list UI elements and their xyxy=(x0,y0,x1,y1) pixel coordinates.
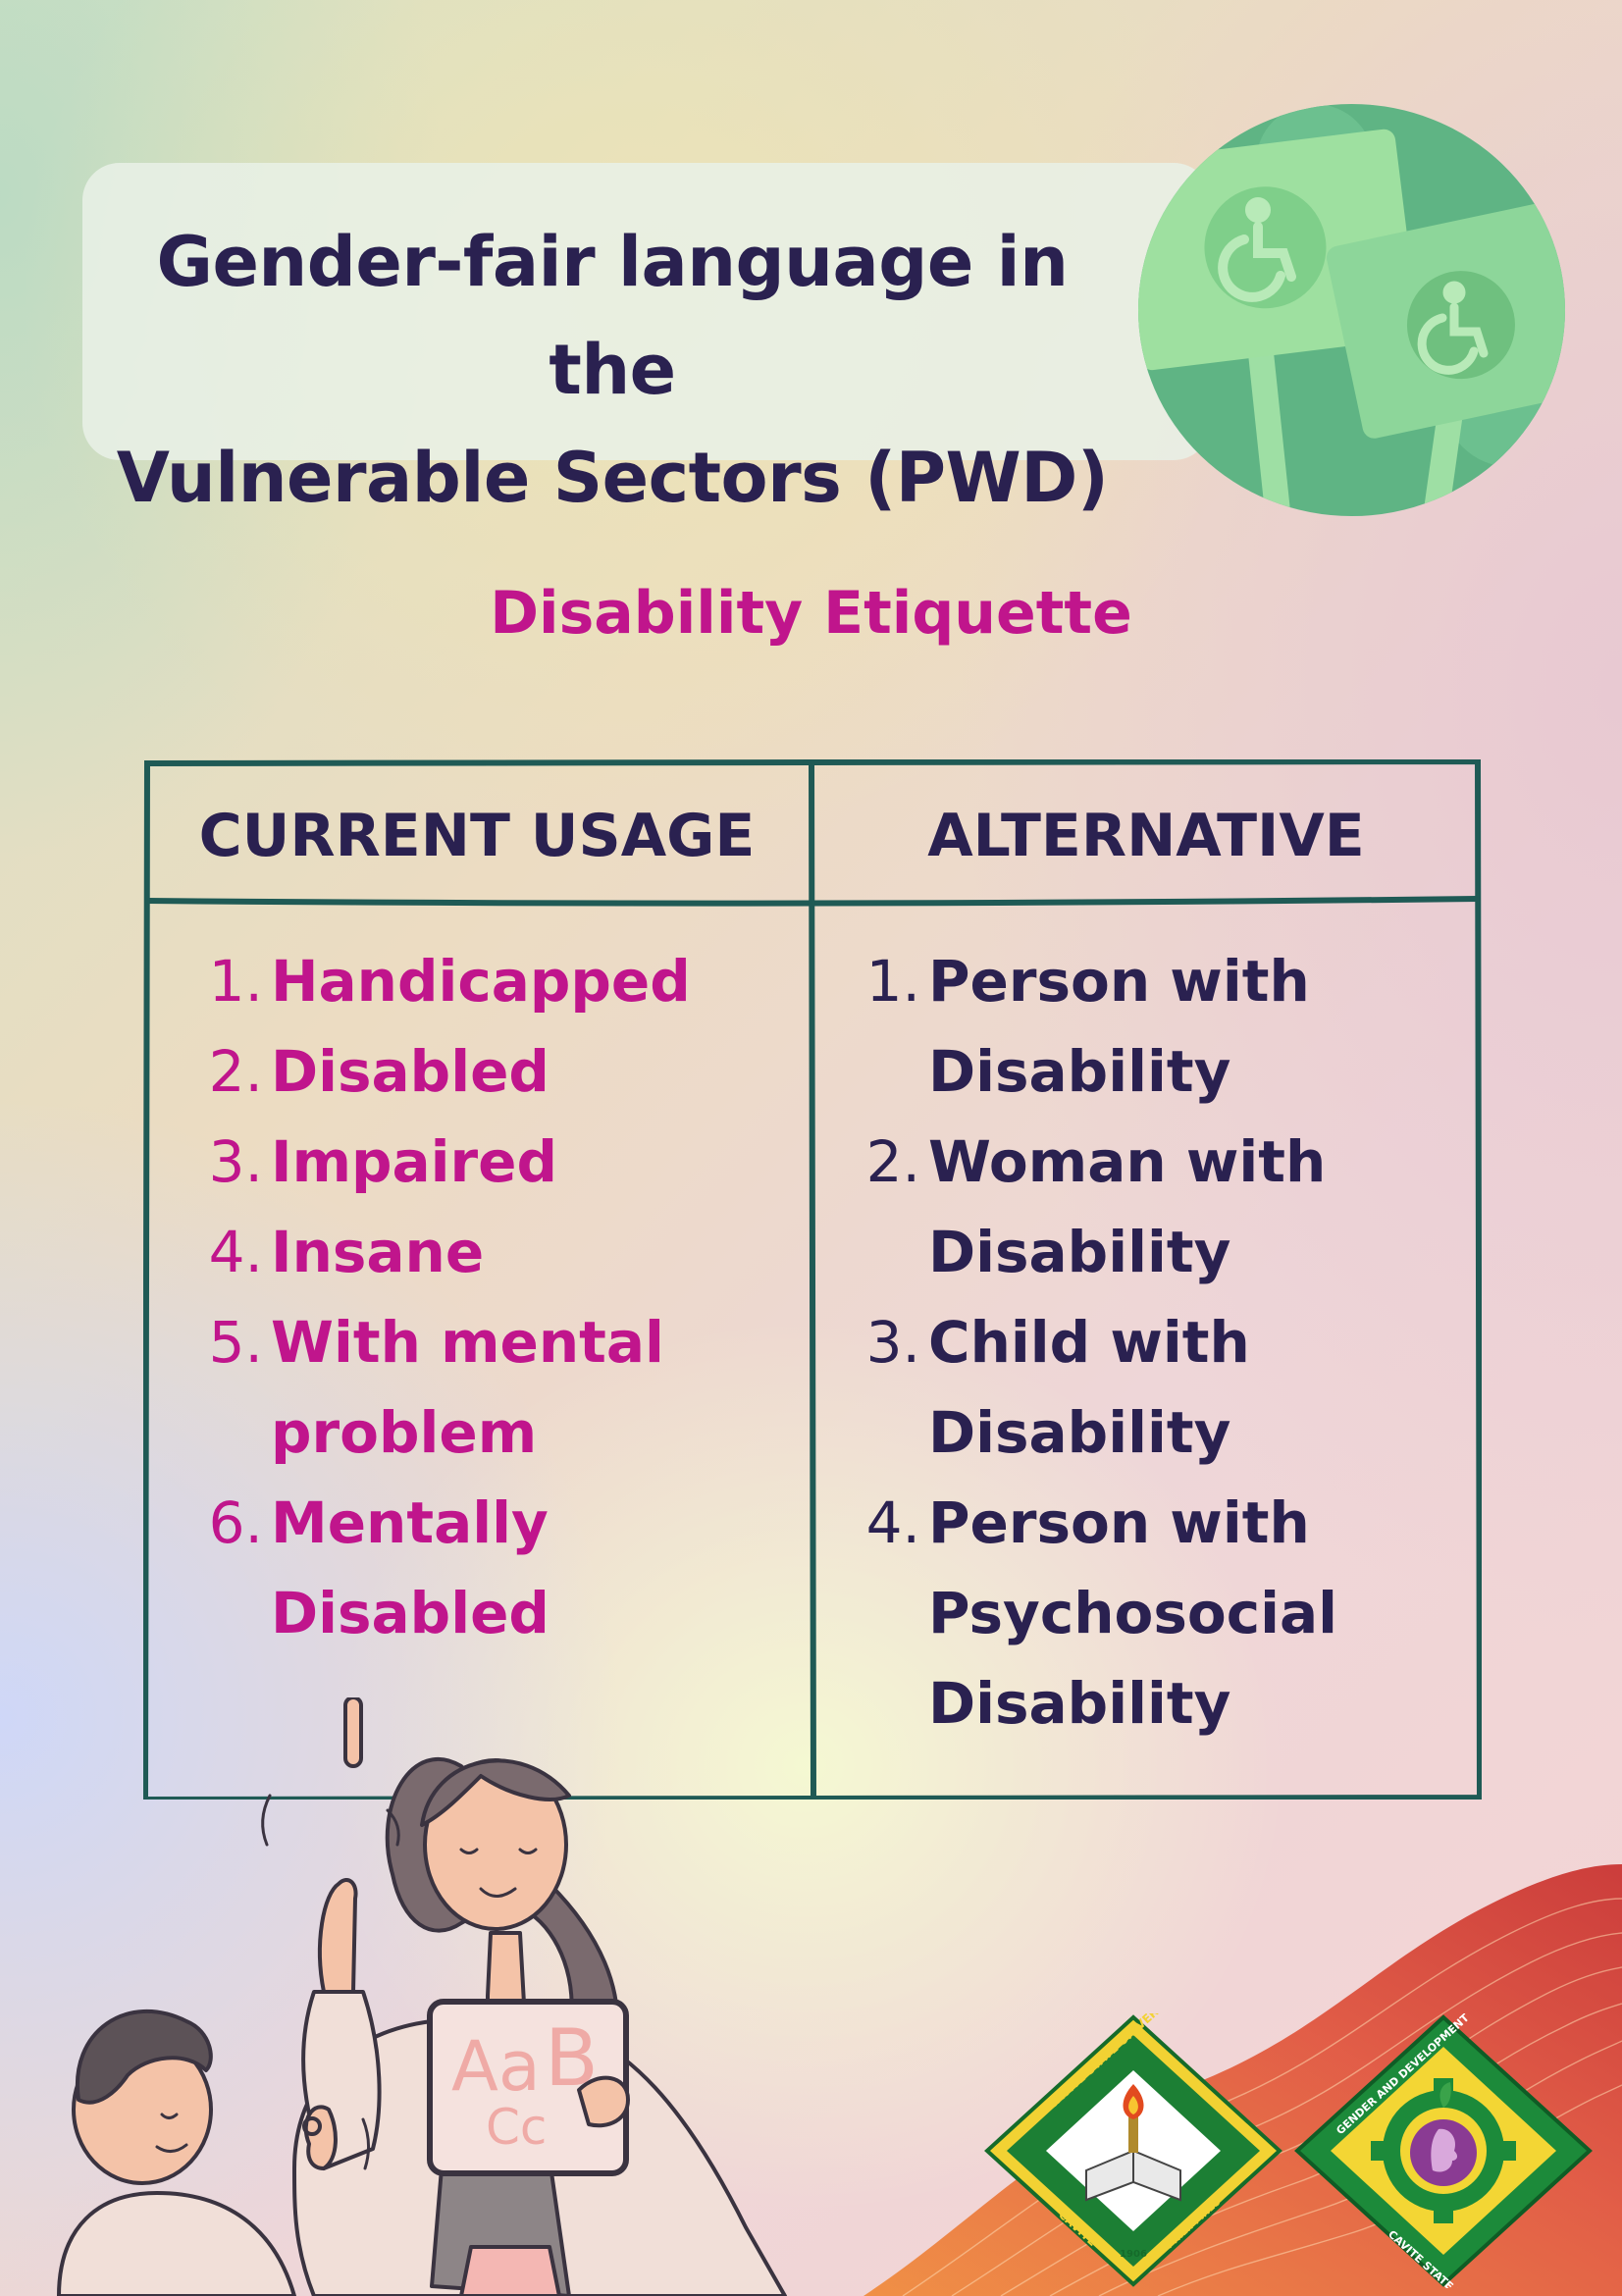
alternative-list: 1. Person with Disability 2. Woman with Di… xyxy=(860,936,1468,1748)
protest-signs-illustration xyxy=(1138,104,1565,516)
list-item: 2. Woman with Disability xyxy=(865,1128,1327,1285)
card-letter-c: Cc xyxy=(486,2099,547,2156)
list-item: 3. Child with Disability xyxy=(865,1309,1250,1466)
list-item: 4. Person with Psychosocial Disability xyxy=(865,1489,1337,1737)
title-line-1: Gender-fair language in the xyxy=(156,222,1069,410)
list-item: 4. Insane xyxy=(208,1219,485,1285)
cvsu-year: 1906 xyxy=(1120,2249,1147,2260)
title-line-2: Vulnerable Sectors (PWD) xyxy=(116,438,1109,518)
list-item: 1. Handicapped xyxy=(208,948,691,1015)
header-current-usage: CURRENT USAGE xyxy=(198,802,756,870)
list-item: 3. Impaired xyxy=(208,1128,558,1195)
card-letter-a: Aa xyxy=(451,2026,541,2107)
list-item: 5. With mental problem xyxy=(208,1309,664,1466)
current-usage-list: 1. Handicapped 2. Disabled 3. Impaired 4. In… xyxy=(202,936,811,1658)
teacher-child-illustration: Aa B Cc xyxy=(0,1697,805,2296)
cvsu-logo: CAVITE STATE UNIVERSITY CAVITE PHILIPPIN… xyxy=(983,2013,1283,2288)
list-item: 2. Disabled xyxy=(208,1038,549,1105)
card-letter-b: B xyxy=(545,2012,599,2104)
etiquette-table: CURRENT USAGE ALTERNATIVE 1. Handicapped … xyxy=(143,759,1482,1800)
page-title: Gender-fair language in the Vulnerable S… xyxy=(82,208,1142,532)
poster: Gender-fair language in the Vulnerable S… xyxy=(0,0,1622,2296)
list-item: 6. Mentally Disabled xyxy=(208,1489,549,1646)
header-alternative: ALTERNATIVE xyxy=(927,802,1365,870)
section-subtitle: Disability Etiquette xyxy=(490,579,1132,648)
gad-logo: GENDER AND DEVELOPMENT CAVITE STATE UNIV… xyxy=(1293,2013,1594,2288)
teacher xyxy=(292,1697,787,2296)
list-item: 1. Person with Disability xyxy=(865,948,1310,1105)
